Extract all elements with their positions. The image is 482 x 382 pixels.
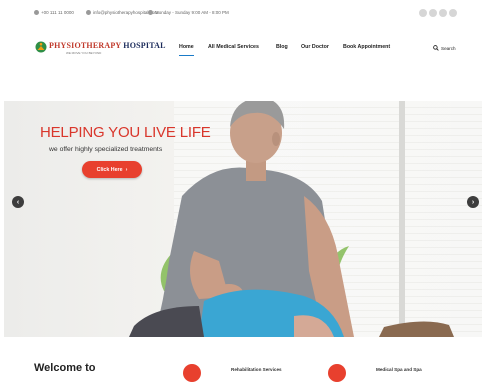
nav-blog[interactable]: Blog [276,44,288,50]
nav-our-doctor[interactable]: Our Doctor [301,44,329,50]
hours-text: Monday - Sunday 9:00 AM - 8:00 PM [155,10,229,15]
opening-hours: Monday - Sunday 9:00 AM - 8:00 PM [148,10,229,15]
twitter-icon[interactable] [429,9,437,17]
hero-button-label: Click Here [96,166,123,173]
welcome-heading: Welcome to [34,362,96,374]
phone-text: +00 111 11 0000 [41,10,74,15]
nav-active-indicator [179,55,194,56]
feature-icon-circle [183,364,201,382]
slider-prev-button[interactable]: ‹ [12,196,24,208]
chevron-left-icon: ‹ [16,198,20,206]
instagram-icon[interactable] [439,9,447,17]
facebook-icon[interactable] [419,9,427,17]
feature-icon-circle [328,364,346,382]
mail-icon [86,10,91,15]
phone-icon [34,10,39,15]
logo-tagline: WE MOVE YOU BEYOND [66,51,102,55]
chevron-right-icon: › [125,166,128,173]
chevron-right-icon: › [471,198,475,206]
youtube-icon[interactable] [449,9,457,17]
top-bar: +00 111 11 0000 info@physiotherapyhospit… [0,0,482,30]
search-icon [433,45,439,51]
site-header [0,30,482,70]
nav-all-medical-services[interactable]: All Medical Services [208,44,259,50]
logo-word-hospital: HOSPITAL [123,41,166,50]
nav-home[interactable]: Home [179,44,194,50]
hero-title: HELPING YOU LIVE LIFE [40,124,211,141]
phone-contact[interactable]: +00 111 11 0000 [34,10,74,15]
logo-figure-icon[interactable] [35,41,47,53]
search-label: Search [441,45,456,51]
hero-subtitle: we offer highly specialized treatments [49,146,163,153]
logo-wordmark[interactable]: PHYSIOTHERAPY HOSPITAL [49,41,166,50]
search-button[interactable]: Search [433,45,456,51]
slider-next-button[interactable]: › [467,196,479,208]
hero-click-here-button[interactable]: Click Here › [82,161,142,178]
nav-book-appointment[interactable]: Book Appointment [343,44,390,50]
logo-word-physiotherapy: PHYSIOTHERAPY [49,41,122,50]
feature-title-1: Rehabilitation Services [231,367,282,372]
clock-icon [148,10,153,15]
feature-title-2: Medical Spa and Spa [376,367,422,372]
